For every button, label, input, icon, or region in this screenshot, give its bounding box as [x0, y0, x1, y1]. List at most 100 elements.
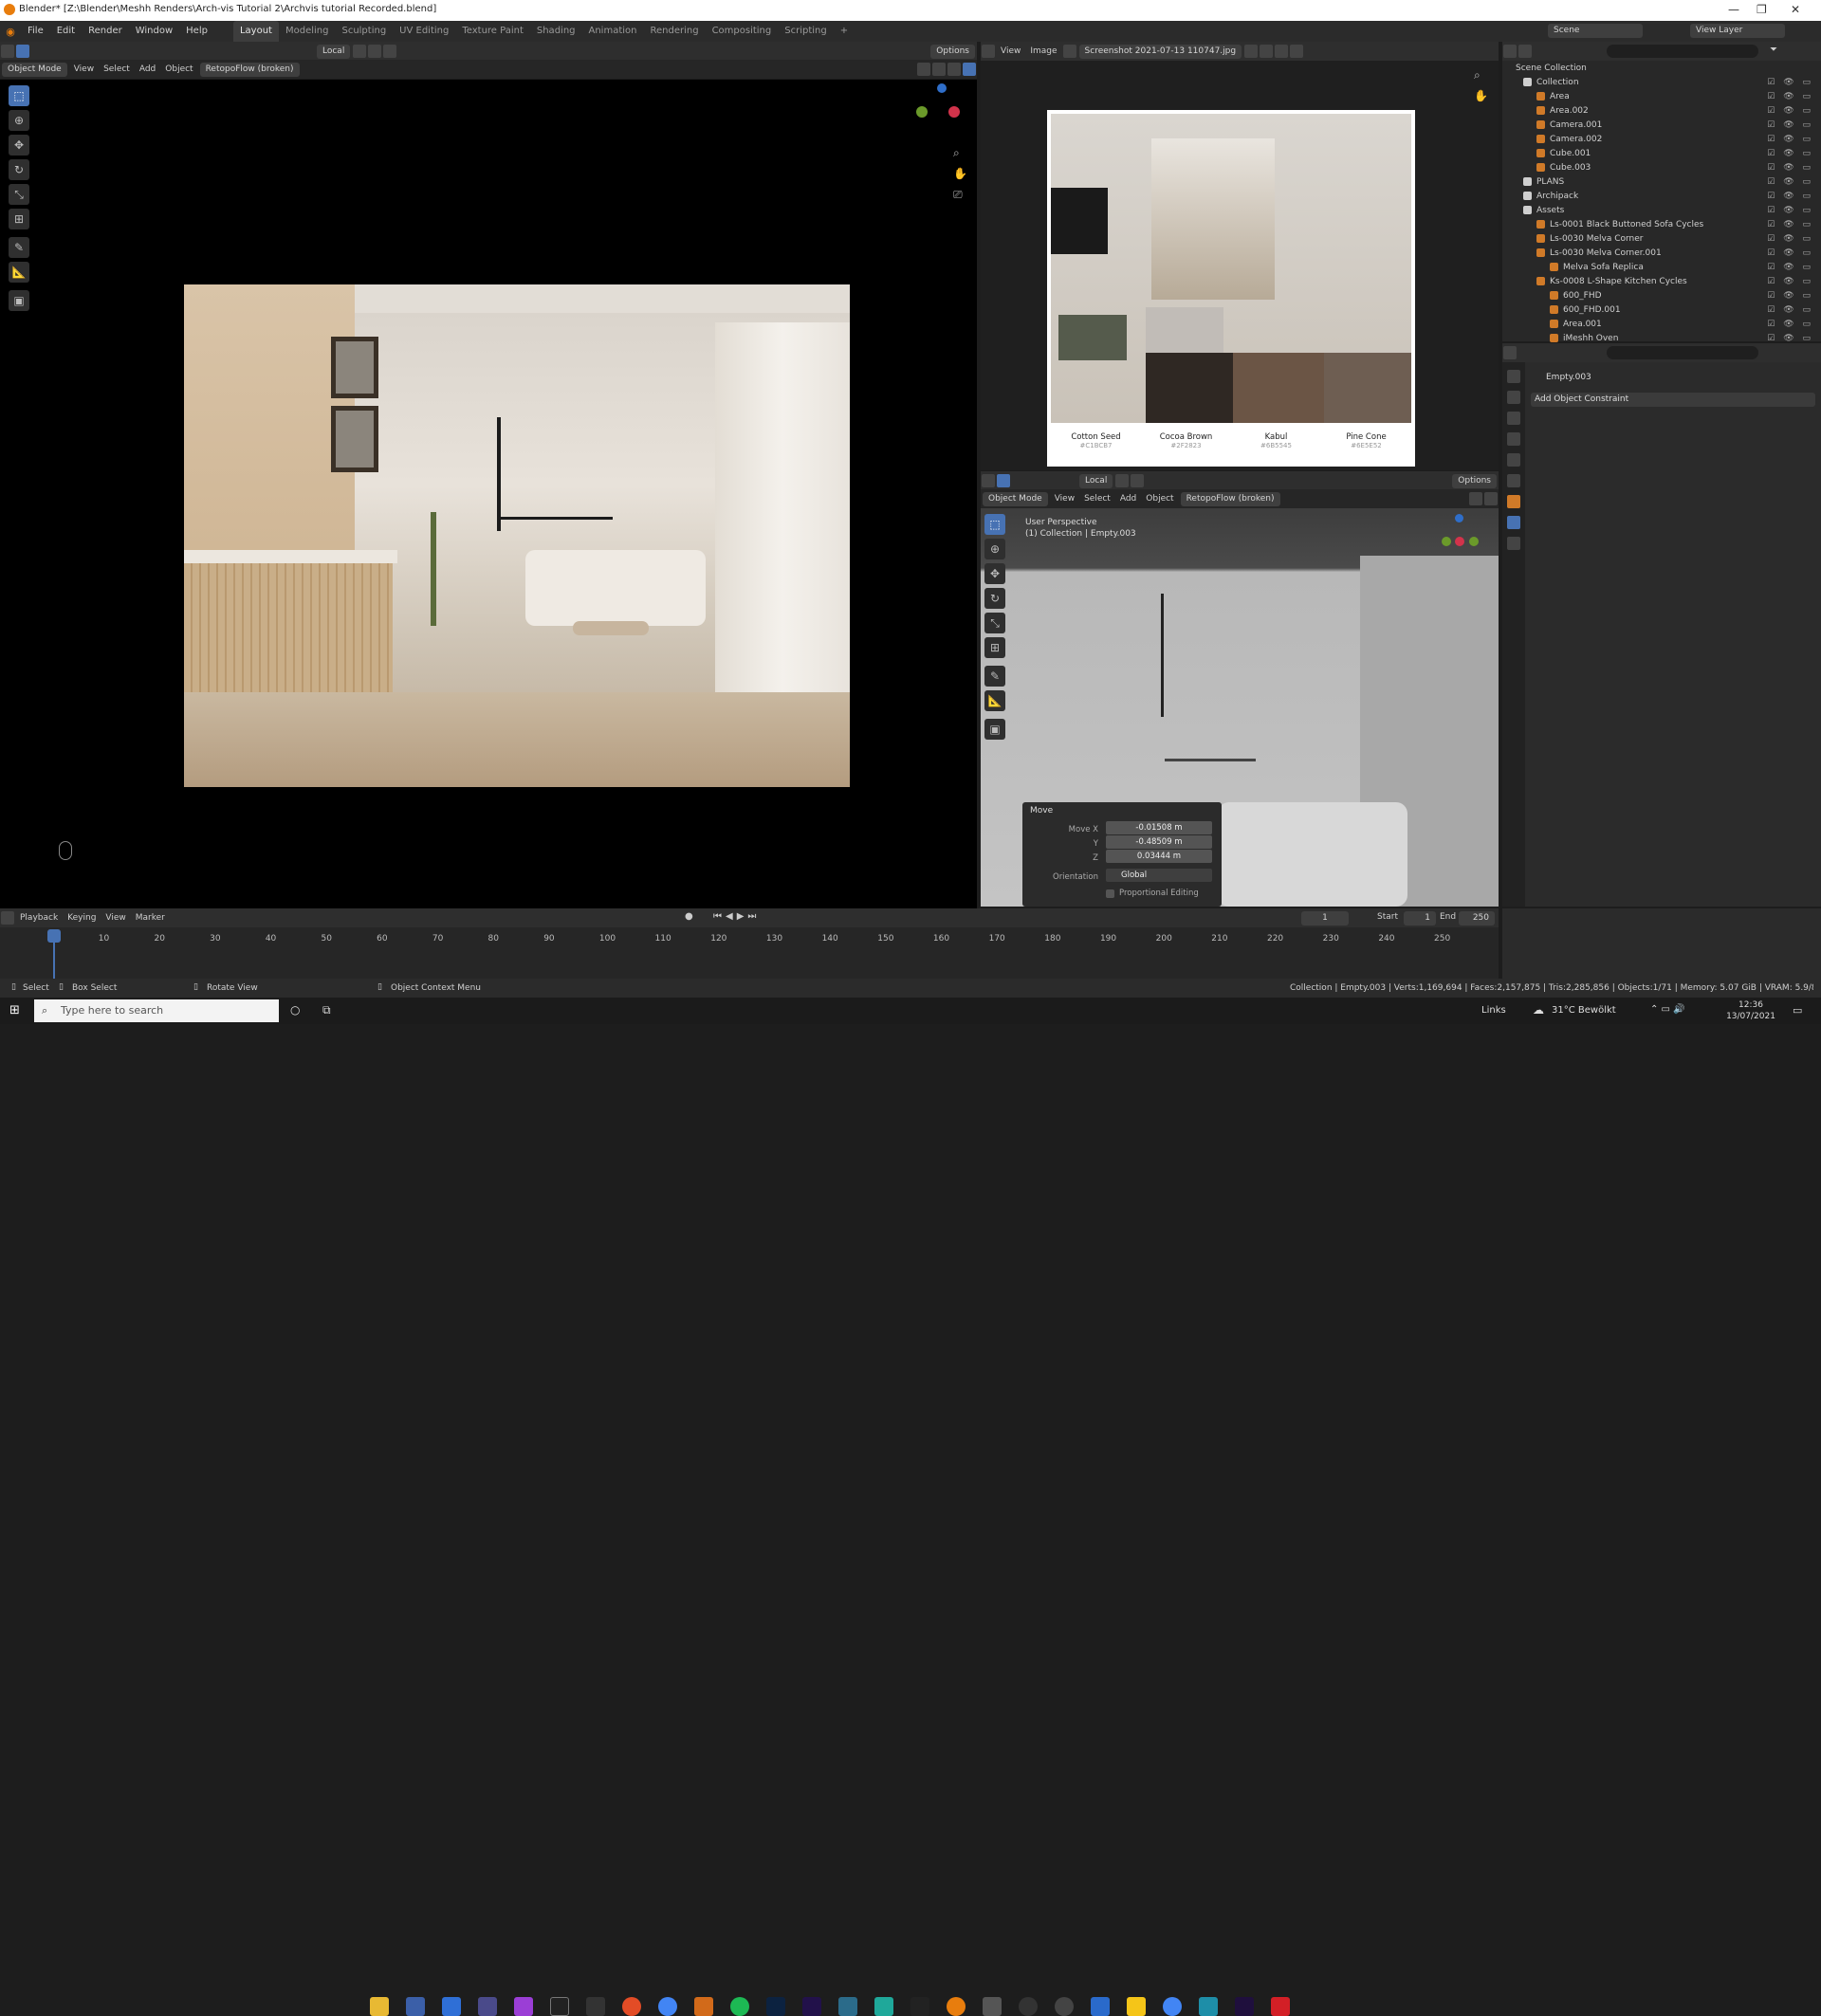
visibility-toggle-icon[interactable]: ☑ 👁 ▭ — [1767, 291, 1813, 301]
right-3d-viewport[interactable]: User Perspective (1) Collection | Empty.… — [981, 508, 1499, 907]
add-object-constraint-button[interactable]: Add Object Constraint — [1531, 393, 1815, 407]
menu-object[interactable]: Object — [1141, 494, 1178, 504]
shading-solid-icon[interactable] — [932, 63, 946, 76]
outliner-row[interactable]: Cube.001 ☑ 👁 ▭ — [1502, 146, 1821, 160]
gizmo-neg-y-icon[interactable] — [1442, 537, 1451, 546]
menu-select[interactable]: Select — [1079, 494, 1115, 504]
menu-file[interactable]: File — [21, 21, 50, 42]
visibility-toggle-icon[interactable]: ☑ 👁 ▭ — [1767, 320, 1813, 329]
menu-marker[interactable]: Marker — [131, 913, 170, 923]
image-open-icon[interactable] — [1260, 45, 1274, 58]
visibility-toggle-icon[interactable]: ☑ 👁 ▭ — [1767, 163, 1813, 173]
image-editor-canvas[interactable]: ⌕ ✋ Cotton Seed #C1BCB7 Cocoa Brown #2F282… — [981, 61, 1499, 470]
windows-start-icon[interactable]: ⊞ — [9, 1003, 20, 1017]
snap-icon[interactable] — [1131, 474, 1145, 487]
select-mode-icon[interactable] — [16, 45, 29, 58]
move-y-field[interactable]: -0.48509 m — [1106, 835, 1212, 849]
gizmo-z-icon[interactable] — [937, 83, 947, 93]
visibility-toggle-icon[interactable]: ☑ 👁 ▭ — [1767, 78, 1813, 87]
editor-type-icon[interactable] — [1, 45, 14, 58]
outliner-row[interactable]: Melva Sofa Replica ☑ 👁 ▭ — [1502, 260, 1821, 274]
tray-icons[interactable]: ⌃ ▭ 🔊 — [1650, 1004, 1685, 1015]
menu-select[interactable]: Select — [99, 64, 135, 74]
retopoflow-dropdown[interactable]: RetopoFlow (broken) — [1180, 491, 1280, 506]
visibility-toggle-icon[interactable]: ☑ 👁 ▭ — [1767, 206, 1813, 215]
outliner-row[interactable]: 600_FHD ☑ 👁 ▭ — [1502, 288, 1821, 302]
world-tab-icon[interactable] — [1507, 474, 1520, 487]
annotate-tool[interactable]: ✎ — [984, 666, 1005, 687]
playhead-marker[interactable] — [47, 929, 61, 943]
taskbar-time[interactable]: 12:36 — [1722, 1000, 1779, 1010]
transform-orientation-dropdown[interactable]: Local — [1079, 473, 1113, 488]
orientation-dropdown[interactable]: Global — [1106, 869, 1212, 882]
gizmo-y-icon[interactable] — [1469, 537, 1479, 546]
shading-material-icon[interactable] — [1484, 492, 1498, 505]
outliner-row[interactable]: 600_FHD.001 ☑ 👁 ▭ — [1502, 302, 1821, 317]
tab-layout[interactable]: Layout — [232, 21, 279, 42]
maximize-icon[interactable]: ❐ — [1757, 3, 1767, 16]
visibility-toggle-icon[interactable]: ☑ 👁 ▭ — [1767, 263, 1813, 272]
tab-modeling[interactable]: Modeling — [279, 21, 336, 42]
menu-window[interactable]: Window — [129, 21, 179, 42]
select-box-tool[interactable]: ⬚ — [984, 514, 1005, 535]
object-tab-icon[interactable] — [1507, 495, 1520, 508]
image-filename-field[interactable]: Screenshot 2021-07-13 110747.jpg — [1078, 44, 1242, 59]
tab-rendering[interactable]: Rendering — [643, 21, 705, 42]
spotify-icon[interactable] — [730, 1997, 749, 2016]
app-icon-5[interactable] — [586, 1997, 605, 2016]
constraints-tab-icon[interactable] — [1507, 516, 1520, 529]
visibility-toggle-icon[interactable]: ☑ 👁 ▭ — [1767, 120, 1813, 130]
rotate-tool[interactable]: ↻ — [984, 588, 1005, 609]
scene-selector[interactable]: Scene — [1548, 24, 1643, 38]
zoom-icon[interactable]: ⌕ — [953, 146, 960, 160]
close-icon[interactable]: ✕ — [1791, 3, 1800, 16]
outliner-row[interactable]: Assets ☑ 👁 ▭ — [1502, 203, 1821, 217]
transform-tool[interactable]: ⊞ — [984, 637, 1005, 658]
outliner-row[interactable]: Camera.002 ☑ 👁 ▭ — [1502, 132, 1821, 146]
shading-wireframe-icon[interactable] — [917, 63, 930, 76]
options-dropdown[interactable]: Options — [930, 44, 975, 59]
shading-solid-icon[interactable] — [1469, 492, 1482, 505]
menu-edit[interactable]: Edit — [50, 21, 82, 42]
tab-uv-editing[interactable]: UV Editing — [393, 21, 455, 42]
media-encoder-icon[interactable] — [802, 1997, 821, 2016]
editor-type-icon[interactable] — [982, 474, 995, 487]
outliner-type-icon[interactable] — [1503, 45, 1517, 58]
app-icon-13[interactable] — [1127, 1997, 1146, 2016]
visibility-toggle-icon[interactable]: ☑ 👁 ▭ — [1767, 277, 1813, 286]
chrome-2-icon[interactable] — [658, 1997, 677, 2016]
retopoflow-dropdown[interactable]: RetopoFlow (broken) — [199, 62, 300, 77]
menu-playback[interactable]: Playback — [15, 913, 63, 923]
app-icon-12[interactable] — [1091, 1997, 1110, 2016]
move-panel-title[interactable]: Move — [1030, 806, 1053, 816]
app-icon-14[interactable] — [1199, 1997, 1218, 2016]
notification-icon[interactable]: ▭ — [1793, 1004, 1802, 1017]
pivot-icon[interactable] — [353, 45, 367, 58]
start-frame-field[interactable]: 1 — [1404, 911, 1436, 926]
view-layer-selector[interactable]: View Layer — [1690, 24, 1785, 38]
outliner-row[interactable]: Area ☑ 👁 ▭ — [1502, 89, 1821, 103]
gizmo-x-icon[interactable] — [1455, 537, 1464, 546]
app-icon-10[interactable] — [1019, 1997, 1038, 2016]
move-tool[interactable]: ✥ — [9, 135, 29, 156]
select-mode-icon[interactable] — [997, 474, 1010, 487]
visibility-toggle-icon[interactable]: ☑ 👁 ▭ — [1767, 334, 1813, 343]
render-tab-icon[interactable] — [1507, 391, 1520, 404]
file-explorer-icon[interactable] — [370, 1997, 389, 2016]
menu-keying[interactable]: Keying — [63, 913, 101, 923]
add-cube-tool[interactable]: ▣ — [984, 719, 1005, 740]
properties-search-input[interactable] — [1607, 346, 1758, 359]
gizmo-y-icon[interactable] — [916, 106, 928, 118]
tab-compositing[interactable]: Compositing — [706, 21, 779, 42]
visibility-toggle-icon[interactable]: ☑ 👁 ▭ — [1767, 177, 1813, 187]
output-tab-icon[interactable] — [1507, 412, 1520, 425]
outliner-row[interactable]: Area.001 ☑ 👁 ▭ — [1502, 317, 1821, 331]
scale-tool[interactable]: ⤡ — [984, 613, 1005, 633]
properties-type-icon[interactable] — [1503, 346, 1517, 359]
menu-view[interactable]: View — [101, 913, 130, 923]
transform-tool[interactable]: ⊞ — [9, 209, 29, 229]
object-mode-dropdown[interactable]: Object Mode — [983, 491, 1048, 506]
shading-material-icon[interactable] — [947, 63, 961, 76]
app-icon-2[interactable] — [478, 1997, 497, 2016]
app-icon-9[interactable] — [983, 1997, 1002, 2016]
